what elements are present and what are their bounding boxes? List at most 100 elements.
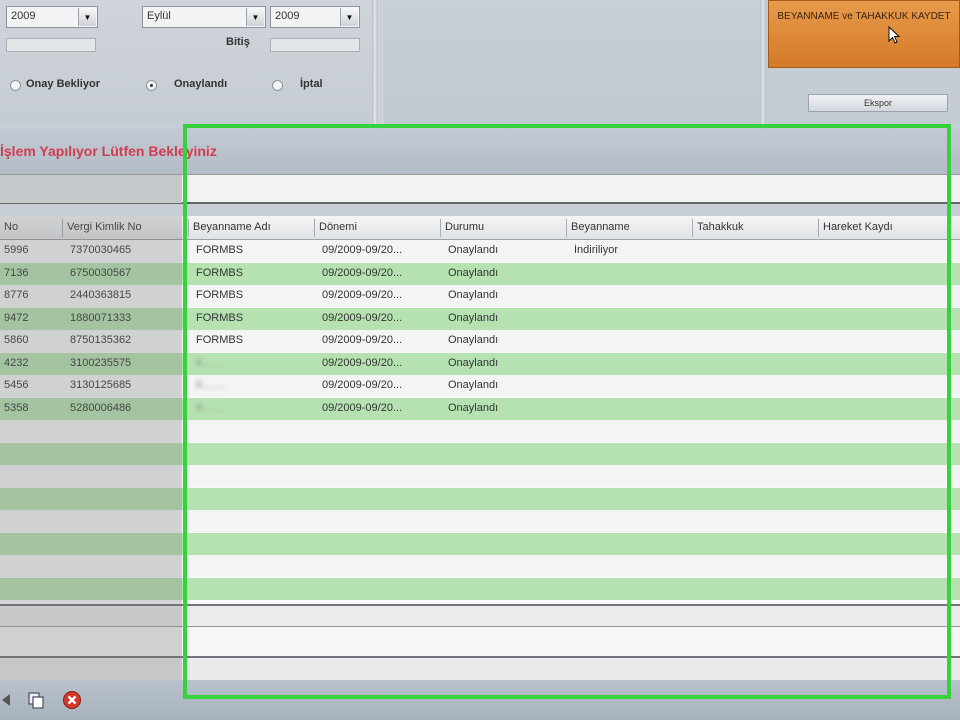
save-declaration-button[interactable]: BEYANNAME ve TAHAKKUK KAYDET [768, 0, 960, 68]
column-header-status[interactable]: Durumu [440, 219, 564, 237]
arrow-icon[interactable] [0, 690, 20, 710]
radio-cancelled[interactable] [272, 80, 283, 91]
radio-cancelled-label: İptal [300, 78, 323, 90]
filter-bar [0, 174, 960, 204]
column-header-period[interactable]: Dönemi [314, 219, 438, 237]
column-header-declaration-name[interactable]: Beyanname Adı [188, 219, 312, 237]
cell-no: 5996 [4, 244, 29, 256]
filter-panel: 2009 ▼ Eylül ▼ 2009 ▼ Bitiş Onay Bekliyo… [0, 0, 960, 124]
cell-status: Onaylandı [448, 266, 499, 279]
cell-status: Onaylandı [448, 244, 499, 256]
radio-approved[interactable] [146, 80, 157, 91]
cell-tax-id: 8750135362 [70, 334, 132, 346]
save-declaration-label: BEYANNAME ve TAHAKKUK KAYDET [777, 11, 951, 22]
export-label: Ekspor [863, 98, 892, 108]
radio-approved-label: Onaylandı [174, 78, 228, 90]
radio-pending[interactable] [10, 80, 21, 91]
cell-declaration-name: K....... [196, 356, 225, 369]
cell-tax-id: 2440363815 [70, 289, 132, 301]
cell-status: Onaylandı [448, 379, 499, 391]
table-row[interactable] [0, 555, 960, 577]
chevron-down-icon[interactable]: ▼ [340, 8, 358, 26]
end-label: Bitiş [226, 36, 250, 48]
cell-period: 09/2009-09/20... [322, 379, 403, 391]
cell-status: Onaylandı [448, 356, 499, 369]
column-header-declaration[interactable]: Beyanname [566, 219, 690, 237]
chevron-down-icon[interactable]: ▼ [246, 8, 264, 26]
table-row[interactable] [0, 420, 960, 442]
column-header-movement[interactable]: Hareket Kaydı [818, 219, 942, 237]
date-filter-area: 2009 ▼ Eylül ▼ 2009 ▼ Bitiş Onay Bekliyo… [0, 0, 372, 124]
cell-no: 7136 [4, 266, 29, 279]
export-button[interactable]: Ekspor [808, 94, 948, 112]
cell-declaration-name: K....... [196, 379, 225, 391]
radio-pending-label: Onay Bekliyor [26, 78, 100, 90]
table-row[interactable]: 8776 2440363815 FORMBS 09/2009-09/20... Onay… [0, 285, 960, 307]
middle-panel [384, 0, 762, 124]
table-row[interactable] [0, 465, 960, 487]
cell-status: Onaylandı [448, 401, 499, 414]
cell-declaration-name: FORMBS [196, 266, 244, 279]
end-month-select[interactable]: Eylül ▼ [142, 6, 266, 28]
grid-header: No Vergi Kimlik No Beyanname Adı Dönemi … [0, 216, 960, 240]
column-header-accrual[interactable]: Tahakkuk [692, 219, 816, 237]
table-row[interactable] [0, 510, 960, 532]
table-row[interactable]: 5456 3130125685 K....... 09/2009-09/20... On… [0, 375, 960, 397]
cell-tax-id: 3100235575 [70, 356, 132, 369]
end-year-value: 2009 [275, 10, 300, 22]
cell-tax-id: 7370030465 [70, 244, 132, 256]
cell-tax-id: 5280006486 [70, 401, 132, 414]
cell-no: 4232 [4, 356, 29, 369]
column-header-no[interactable]: No [0, 219, 60, 237]
start-year-select[interactable]: 2009 ▼ [6, 6, 98, 28]
copy-icon[interactable] [26, 690, 46, 710]
cell-tax-id: 1880071333 [70, 311, 132, 324]
processing-status-message: İşlem Yapılıyor Lütfen Bekleyiniz [0, 143, 217, 159]
cell-no: 9472 [4, 311, 29, 324]
cell-status: Onaylandı [448, 311, 499, 324]
cell-declaration-name: FORMBS [196, 289, 244, 301]
end-day-field[interactable] [270, 38, 360, 52]
panel-divider [372, 0, 378, 124]
cell-status: Onaylandı [448, 334, 499, 346]
table-row[interactable]: 4232 3100235575 K....... 09/2009-09/20... On… [0, 352, 960, 375]
cell-no: 5456 [4, 379, 29, 391]
end-month-value: Eylül [147, 10, 171, 22]
table-row[interactable] [0, 577, 960, 600]
cell-period: 09/2009-09/20... [322, 356, 403, 369]
cell-no: 5860 [4, 334, 29, 346]
chevron-down-icon[interactable]: ▼ [78, 8, 96, 26]
cell-period: 09/2009-09/20... [322, 334, 403, 346]
cell-tax-id: 6750030567 [70, 266, 132, 279]
bottom-toolbar [0, 680, 960, 720]
start-day-field[interactable] [6, 38, 96, 52]
cell-declaration-name: FORMBS [196, 311, 244, 324]
cell-period: 09/2009-09/20... [322, 311, 403, 324]
table-row[interactable]: 5996 7370030465 FORMBS 09/2009-09/20... Onay… [0, 240, 960, 262]
cancel-icon[interactable] [62, 690, 82, 710]
table-row[interactable] [0, 487, 960, 510]
table-row[interactable]: 5358 5280006486 K....... 09/2009-09/20... On… [0, 397, 960, 420]
column-header-tax-id[interactable]: Vergi Kimlik No [62, 219, 182, 237]
cell-no: 5358 [4, 401, 29, 414]
cell-period: 09/2009-09/20... [322, 244, 403, 256]
end-year-select[interactable]: 2009 ▼ [270, 6, 360, 28]
table-row[interactable] [0, 532, 960, 555]
dimmed-overlay [0, 604, 182, 680]
table-row[interactable] [0, 442, 960, 465]
table-row[interactable]: 7136 6750030567 FORMBS 09/2009-09/20... Onay… [0, 262, 960, 285]
grid-body: 5996 7370030465 FORMBS 09/2009-09/20... Onay… [0, 240, 960, 604]
mouse-cursor-icon [888, 26, 901, 44]
cell-status: Onaylandı [448, 289, 499, 301]
cell-period: 09/2009-09/20... [322, 266, 403, 279]
cell-no: 8776 [4, 289, 29, 301]
cell-declaration: İndiriliyor [574, 244, 619, 256]
cell-period: 09/2009-09/20... [322, 401, 403, 414]
start-year-value: 2009 [11, 10, 36, 22]
table-row[interactable]: 9472 1880071333 FORMBS 09/2009-09/20... Onay… [0, 307, 960, 330]
declaration-grid: No Vergi Kimlik No Beyanname Adı Dönemi … [0, 216, 960, 604]
cell-tax-id: 3130125685 [70, 379, 132, 391]
cell-declaration-name: FORMBS [196, 244, 244, 256]
table-row[interactable]: 5860 8750135362 FORMBS 09/2009-09/20... Onay… [0, 330, 960, 352]
cell-declaration-name: FORMBS [196, 334, 244, 346]
